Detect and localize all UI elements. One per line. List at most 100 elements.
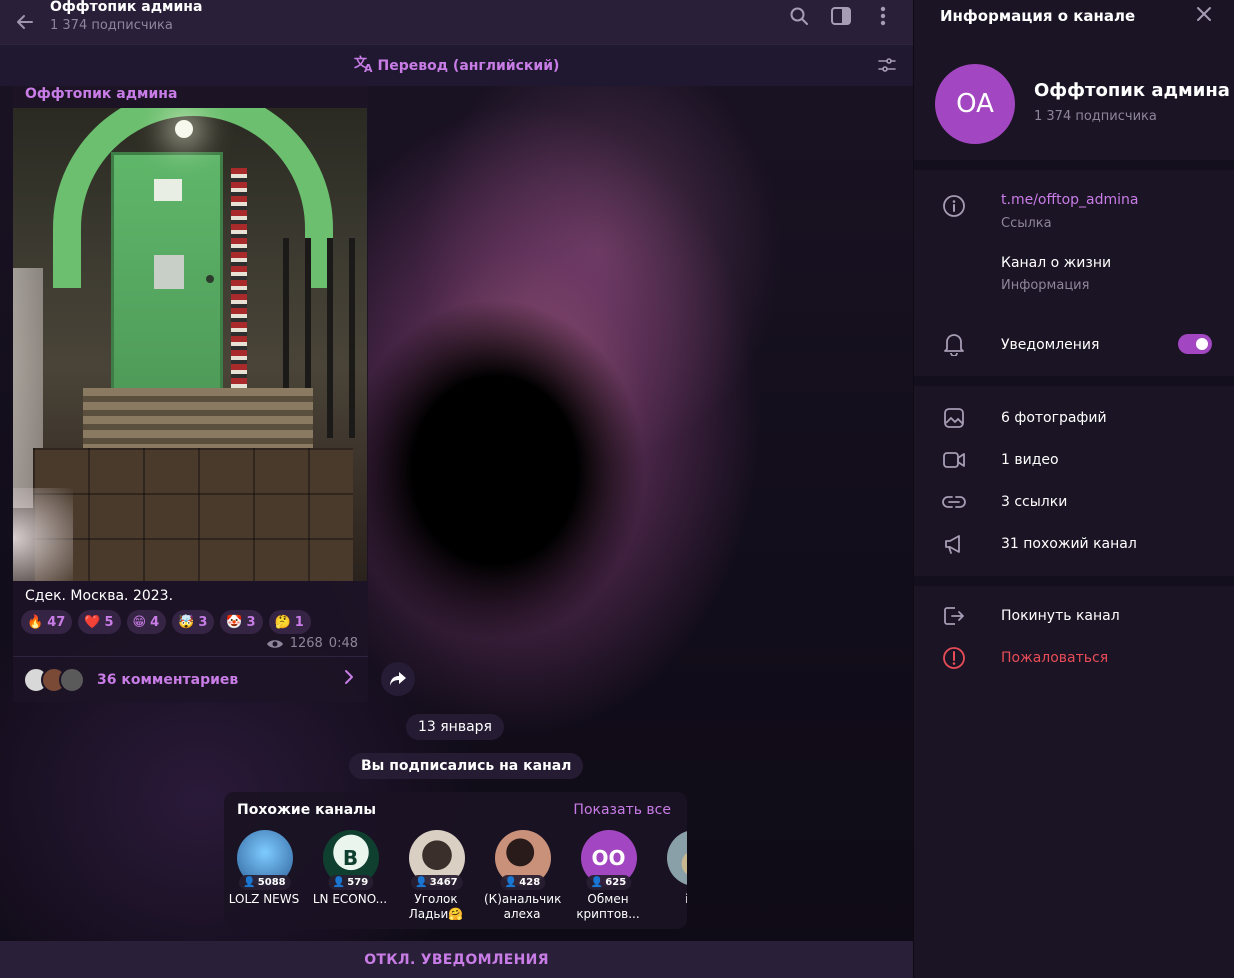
translate-bar[interactable]: 文A Перевод (английский) [0,44,913,86]
person-icon: 👤 [415,877,428,888]
sidebar-toggle-button[interactable] [827,2,855,30]
person-icon: 👤 [504,877,518,888]
leave-channel-button[interactable]: Покинуть канал [1001,608,1120,624]
search-icon [790,7,808,25]
svg-text:A: A [364,62,373,73]
report-button[interactable]: Пожаловаться [1001,650,1108,666]
similar-channel-item[interactable]: B 👤 579 LN ECONO... [313,830,387,922]
comments-label: 36 комментариев [97,671,239,688]
grin-emoji-icon: 😁 [132,614,147,630]
person-icon: 👤 [590,877,604,888]
chat-header: Оффтопик админа 1 374 подписчика [0,0,913,44]
similar-channels-card: Похожие каналы Показать все 👤 5088 LOLZ N… [224,792,687,929]
share-button[interactable] [381,662,415,696]
chat-subscribers: 1 374 подписчика [50,18,173,33]
close-button[interactable] [1194,4,1214,29]
link-icon [942,490,966,514]
subscribed-notice: Вы подписались на канал [349,753,584,779]
avatar: B 👤 579 [322,830,379,890]
similar-channel-item[interactable]: iva [666,830,687,922]
similar-channels-count[interactable]: 31 похожий канал [1001,536,1137,552]
subscriber-badge: 👤 625 [585,875,632,890]
media-videos[interactable]: 1 видео [1001,452,1059,468]
channel-description: Канал о жизни [1001,255,1112,271]
reaction-mind-blown[interactable]: 🤯 3 [172,610,215,634]
comments-button[interactable]: 36 комментариев [13,656,368,702]
similar-channel-item[interactable]: ОО 👤 625 Обмен криптов... [576,830,640,922]
post-author[interactable]: Оффтопик админа [25,86,177,102]
media-photos[interactable]: 6 фотографий [1001,410,1107,426]
similar-channel-name: LN ECONO... [312,892,388,906]
similar-channel-item[interactable]: 👤 3467 Уголок Ладьи🤗 [408,830,465,922]
post-meta: 1268 0:48 [266,636,358,651]
reaction-fire[interactable]: 🔥 47 [21,610,73,634]
fire-emoji-icon: 🔥 [27,614,44,630]
channel-link-label: Ссылка [1001,216,1052,231]
video-icon [942,448,966,472]
similar-channel-name: LOLZ NEWS [228,892,300,906]
close-icon [1197,7,1211,21]
similar-channel-name: Обмен криптов... [576,892,640,921]
channel-description-label: Информация [1001,278,1090,293]
subscriber-badge: 👤 5088 [238,875,291,890]
channel-subscribers: 1 374 подписчика [1034,109,1157,124]
translate-settings-button[interactable] [877,55,897,79]
similar-channel-name: (К)анальчик алеха [484,892,562,921]
subscriber-badge: 👤 3467 [410,875,463,890]
reaction-clown[interactable]: 🤡 3 [220,610,263,634]
subscriber-badge: 👤 579 [327,875,374,890]
photo-door [111,152,223,400]
person-icon: 👤 [243,877,256,888]
thinking-emoji-icon: 🤔 [274,614,291,630]
post-time: 0:48 [328,636,358,651]
media-links[interactable]: 3 ссылки [1001,494,1067,510]
back-button[interactable] [0,0,50,44]
clown-emoji-icon: 🤡 [226,614,243,630]
mind-blown-emoji-icon: 🤯 [178,614,195,630]
chat-title-block[interactable]: Оффтопик админа 1 374 подписчика [50,0,785,33]
similar-channel-item[interactable]: 👤 428 (К)анальчик алеха [484,830,561,922]
post-views: 1268 [289,636,323,651]
eye-icon [266,639,283,648]
photo-icon [942,406,966,430]
leave-icon [942,604,966,628]
reaction-heart[interactable]: ❤️ 5 [78,610,121,634]
person-icon: 👤 [332,877,346,888]
similar-channels-title: Похожие каналы [237,802,377,818]
similar-channels-list: 👤 5088 LOLZ NEWS B 👤 579 LN ECONO... 👤 3467… [229,830,687,922]
reaction-grin[interactable]: 😁 4 [126,610,167,634]
reactions-row: 🔥 47 ❤️ 5 😁 4 🤯 3 🤡 3 🤔 1 [21,610,311,634]
similar-channel-name: Уголок Ладьи🤗 [408,892,464,921]
search-button[interactable] [785,2,813,30]
post-photo[interactable] [13,108,367,581]
chevron-right-icon [344,669,354,690]
channel-name: Оффтопик админа [1034,80,1230,101]
date-separator: 13 января [406,714,504,740]
back-arrow-icon [17,15,33,29]
avatar [666,830,687,886]
channel-post: Оффтопик админа Сдек. Москва. 2023. 🔥 47 … [13,86,368,702]
sidebar-toggle-icon [831,7,851,25]
megaphone-icon [942,532,966,556]
more-vertical-icon [880,6,886,26]
similar-channel-item[interactable]: 👤 5088 LOLZ NEWS [229,830,299,922]
avatar: 👤 428 [494,830,551,890]
channel-avatar[interactable]: OA [935,64,1015,144]
show-all-link[interactable]: Показать все [573,802,671,818]
mute-notifications-button[interactable]: ОТКЛ. УВЕДОМЛЕНИЯ [0,941,913,978]
reaction-thinking[interactable]: 🤔 1 [268,610,311,634]
info-icon [942,194,966,218]
channel-link[interactable]: t.me/offtop_admina [1001,192,1139,208]
warning-icon [942,646,966,670]
chat-title: Оффтопик админа [50,0,203,15]
chat-area: Оффтопик админа 1 374 подписчика 文A Пере… [0,0,913,978]
more-button[interactable] [869,2,897,30]
translate-button[interactable]: 文A Перевод (английский) [354,55,560,77]
commenter-avatars [23,666,85,693]
avatar: ОО 👤 625 [580,830,637,890]
bell-icon [942,332,966,356]
settings-sliders-icon [878,58,896,72]
notifications-toggle[interactable] [1178,334,1212,354]
avatar: 👤 5088 [236,830,293,890]
avatar [59,666,85,693]
